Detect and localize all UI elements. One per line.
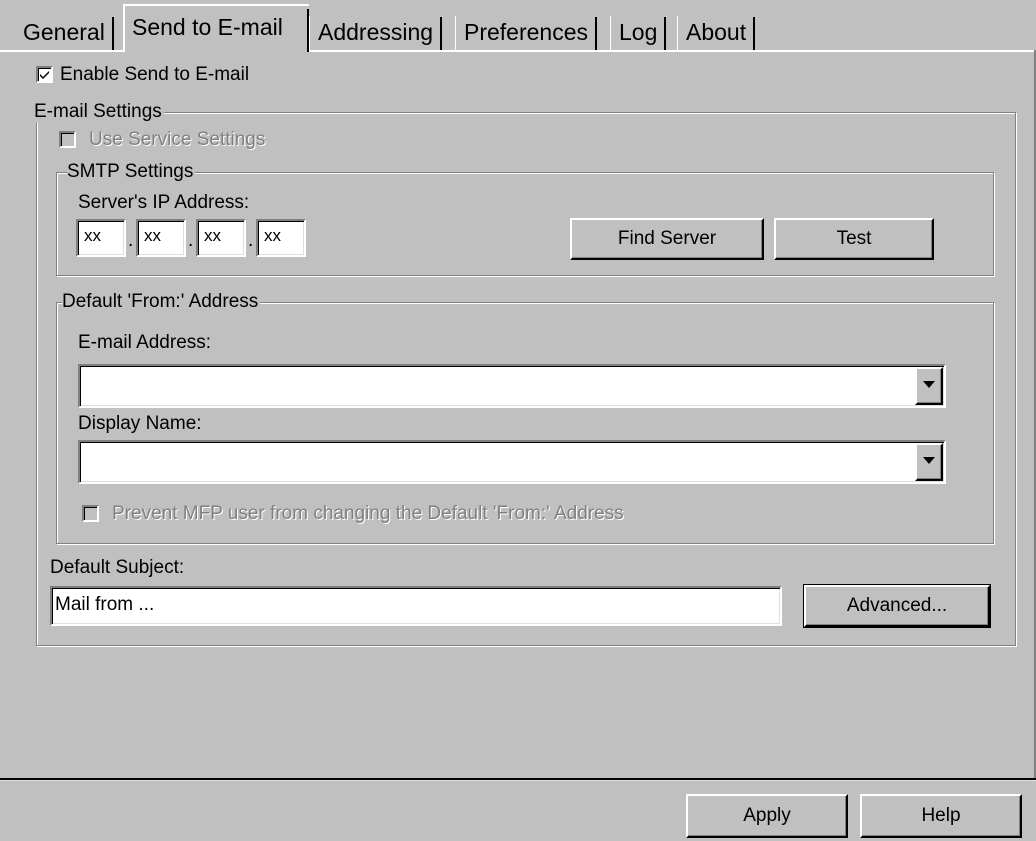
use-service-settings-checkbox[interactable] — [59, 131, 76, 148]
find-server-button[interactable]: Find Server — [570, 218, 764, 260]
email-address-label: E-mail Address: — [78, 332, 212, 353]
help-button[interactable]: Help — [860, 794, 1022, 838]
tab-preferences[interactable]: Preferences — [455, 14, 598, 50]
test-button[interactable]: Test — [774, 218, 934, 260]
email-settings-legend: E-mail Settings — [34, 101, 164, 123]
ip-separator: . — [188, 230, 194, 251]
tab-general[interactable]: General — [14, 14, 114, 50]
use-service-settings-label: Use Service Settings — [89, 129, 266, 150]
ip-octet-2-input[interactable]: xx — [136, 219, 186, 257]
chevron-down-icon — [923, 381, 935, 388]
tab-about[interactable]: About — [677, 14, 756, 50]
default-from-legend: Default 'From:' Address — [62, 291, 261, 313]
tab-log[interactable]: Log — [610, 14, 667, 50]
tab-label: General — [23, 19, 105, 45]
ip-octet-1-input[interactable]: xx — [76, 219, 126, 257]
prevent-change-checkbox[interactable] — [82, 505, 99, 522]
smtp-settings-legend: SMTP Settings — [67, 161, 196, 183]
email-address-combobox[interactable] — [78, 364, 946, 408]
tab-label: Preferences — [464, 19, 589, 45]
display-name-dropdown-button[interactable] — [915, 443, 943, 481]
tab-label: Log — [619, 19, 658, 45]
ip-separator: . — [128, 230, 134, 251]
footer-separator-highlight — [0, 780, 1036, 781]
tab-label: Addressing — [318, 19, 434, 45]
ip-octet-4-input[interactable]: xx — [256, 219, 306, 257]
display-name-combobox[interactable] — [78, 440, 946, 484]
display-name-label: Display Name: — [78, 413, 202, 434]
server-ip-label: Server's IP Address: — [78, 192, 250, 213]
prevent-change-label: Prevent MFP user from changing the Defau… — [112, 503, 624, 524]
default-subject-input[interactable]: Mail from ... — [50, 586, 782, 626]
tab-label: Send to E-mail — [132, 14, 283, 40]
chevron-down-icon — [923, 457, 935, 464]
email-address-dropdown-button[interactable] — [915, 367, 943, 405]
ip-separator: . — [248, 230, 254, 251]
enable-send-to-email-label[interactable]: Enable Send to E-mail — [60, 64, 249, 86]
checkmark-icon — [40, 71, 49, 79]
enable-send-to-email-checkbox[interactable] — [36, 66, 53, 83]
apply-button[interactable]: Apply — [686, 794, 848, 838]
tab-addressing[interactable]: Addressing — [309, 14, 443, 50]
tab-label: About — [686, 19, 747, 45]
ip-octet-3-input[interactable]: xx — [196, 219, 246, 257]
advanced-button[interactable]: Advanced... — [803, 584, 991, 628]
default-subject-label: Default Subject: — [50, 557, 185, 578]
active-tab-highlight — [123, 4, 309, 6]
tab-send-to-email[interactable]: Send to E-mail — [123, 6, 309, 52]
